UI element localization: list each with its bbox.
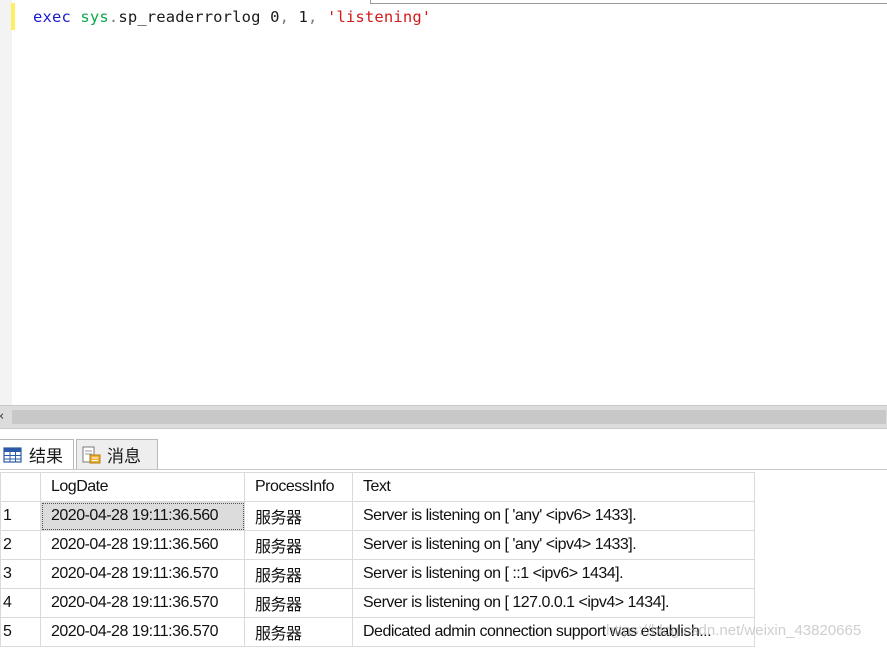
cell-text[interactable]: Server is listening on [ 'any' <ipv6> 14…: [352, 501, 755, 531]
column-header-text[interactable]: Text: [352, 472, 755, 502]
scroll-thumb[interactable]: [12, 410, 886, 424]
tab-results-label: 结果: [29, 447, 63, 467]
code-comma: ,: [279, 8, 290, 26]
tab-results[interactable]: 结果: [0, 439, 74, 469]
scroll-left-icon[interactable]: ‹: [0, 409, 4, 424]
cell-text[interactable]: Server is listening on [ ::1 <ipv6> 1434…: [352, 559, 755, 589]
column-header-logdate[interactable]: LogDate: [40, 472, 245, 502]
code-line[interactable]: exec sys.sp_readerrorlog 0, 1, 'listenin…: [33, 7, 431, 27]
results-grid[interactable]: LogDate ProcessInfo Text 1 2020-04-28 19…: [0, 472, 887, 650]
table-row[interactable]: 3 2020-04-28 19:11:36.570 服务器 Server is …: [0, 559, 755, 589]
row-number-header[interactable]: [0, 472, 41, 502]
editor-horizontal-scrollbar[interactable]: ‹: [0, 405, 887, 429]
code-comma: ,: [308, 8, 318, 26]
row-number[interactable]: 1: [0, 501, 41, 531]
code-proc-name: sp_readerrorlog: [118, 8, 261, 26]
editor-top-border: [370, 0, 887, 4]
code-arg1: 0: [270, 8, 280, 26]
change-tracking-bar: [11, 3, 15, 30]
row-number[interactable]: 4: [0, 588, 41, 618]
table-row[interactable]: 2 2020-04-28 19:11:36.560 服务器 Server is …: [0, 530, 755, 560]
editor-margin: [0, 0, 12, 405]
cell-processinfo[interactable]: 服务器: [244, 501, 353, 531]
cell-logdate[interactable]: 2020-04-28 19:11:36.570: [40, 588, 245, 618]
table-row[interactable]: 1 2020-04-28 19:11:36.560 服务器 Server is …: [0, 501, 755, 531]
tab-messages[interactable]: 消息: [76, 439, 158, 469]
cell-logdate[interactable]: 2020-04-28 19:11:36.570: [40, 617, 245, 647]
cell-processinfo[interactable]: 服务器: [244, 559, 353, 589]
row-number[interactable]: 5: [0, 617, 41, 647]
code-string-arg: 'listening': [326, 8, 432, 26]
cell-logdate[interactable]: 2020-04-28 19:11:36.570: [40, 559, 245, 589]
code-arg2: 1: [298, 8, 309, 26]
code-dot: .: [108, 8, 119, 26]
cell-text[interactable]: Server is listening on [ 127.0.0.1 <ipv4…: [352, 588, 755, 618]
column-header-processinfo[interactable]: ProcessInfo: [244, 472, 353, 502]
table-row[interactable]: 4 2020-04-28 19:11:36.570 服务器 Server is …: [0, 588, 755, 618]
results-table: LogDate ProcessInfo Text 1 2020-04-28 19…: [0, 472, 755, 647]
cell-processinfo[interactable]: 服务器: [244, 530, 353, 560]
results-tab-strip: 结果 消息: [0, 430, 887, 470]
cell-processinfo[interactable]: 服务器: [244, 588, 353, 618]
message-icon: [81, 446, 101, 464]
table-row[interactable]: 5 2020-04-28 19:11:36.570 服务器 Dedicated …: [0, 617, 755, 647]
query-editor[interactable]: exec sys.sp_readerrorlog 0, 1, 'listenin…: [0, 0, 887, 405]
cell-text[interactable]: Server is listening on [ 'any' <ipv4> 14…: [352, 530, 755, 560]
cell-logdate[interactable]: 2020-04-28 19:11:36.560: [40, 501, 245, 531]
code-schema: sys: [80, 8, 109, 26]
cell-text[interactable]: Dedicated admin connection support was e…: [352, 617, 755, 647]
row-number[interactable]: 2: [0, 530, 41, 560]
tab-messages-label: 消息: [107, 447, 141, 467]
cell-processinfo[interactable]: 服务器: [244, 617, 353, 647]
cell-logdate[interactable]: 2020-04-28 19:11:36.560: [40, 530, 245, 560]
header-row: LogDate ProcessInfo Text: [0, 472, 755, 502]
code-keyword: exec: [33, 8, 71, 26]
row-number[interactable]: 3: [0, 559, 41, 589]
grid-icon: [3, 446, 23, 464]
